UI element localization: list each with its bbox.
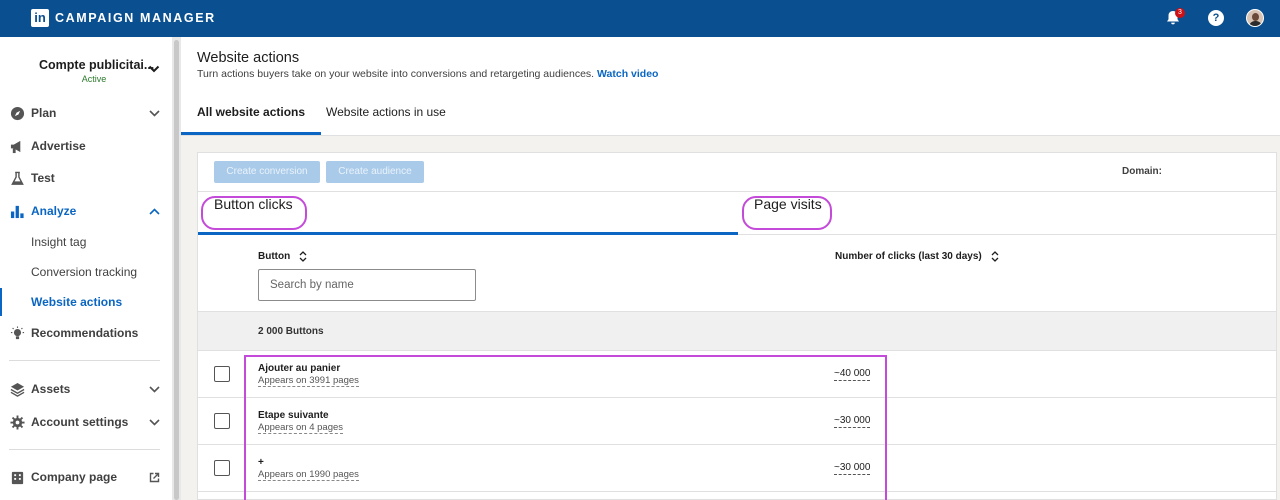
active-indicator	[0, 288, 2, 316]
sidebar-item-plan[interactable]: Plan	[0, 99, 172, 127]
sidebar-item-label: Test	[31, 171, 55, 185]
flask-icon	[11, 171, 24, 185]
row-checkbox[interactable]	[214, 366, 230, 382]
external-link-icon	[149, 472, 160, 482]
help-icon[interactable]: ?	[1208, 10, 1224, 26]
sidebar-divider	[9, 449, 160, 450]
sidebar-item-conversion-tracking[interactable]: Conversion tracking	[0, 258, 172, 286]
sidebar-item-label: Recommendations	[31, 326, 139, 340]
account-switcher[interactable]: Compte publicitai... Active	[39, 58, 155, 84]
page-subtitle-text: Turn actions buyers take on your website…	[197, 68, 595, 80]
rows-highlight-outline	[244, 355, 887, 500]
building-icon	[11, 471, 24, 484]
sidebar-item-recommendations[interactable]: Recommendations	[0, 319, 172, 347]
sidebar-item-label: Advertise	[31, 139, 86, 153]
buttons-count-row: 2 000 Buttons	[198, 311, 1276, 351]
linkedin-logo[interactable]: in	[31, 9, 49, 27]
sidebar-item-label: Account settings	[31, 415, 129, 429]
account-name: Compte publicitai...	[39, 58, 155, 72]
notification-badge: 3	[1175, 8, 1185, 18]
avatar-body	[1249, 21, 1262, 26]
sidebar-item-label: Plan	[31, 106, 57, 120]
page-subtitle: Turn actions buyers take on your website…	[197, 68, 658, 80]
avatar[interactable]	[1246, 9, 1264, 27]
column-header-label: Number of clicks (last 30 days)	[835, 251, 982, 263]
sidebar-item-assets[interactable]: Assets	[0, 375, 172, 403]
avatar-head	[1252, 13, 1259, 21]
search-input[interactable]: Search by name	[258, 269, 476, 301]
buttons-count: 2 000 Buttons	[258, 326, 324, 337]
sort-icon[interactable]	[299, 251, 307, 262]
sidebar-item-advertise[interactable]: Advertise	[0, 132, 172, 160]
sidebar-item-account-settings[interactable]: Account settings	[0, 408, 172, 436]
gear-icon	[10, 414, 25, 430]
megaphone-icon	[10, 140, 21, 153]
column-header-label: Button	[258, 251, 291, 263]
subtab-active-indicator	[198, 232, 738, 235]
sidebar-item-company-page[interactable]: Company page	[0, 463, 172, 491]
sidebar-scrollbar-thumb[interactable]	[174, 40, 179, 500]
bar-chart-icon	[10, 205, 24, 218]
account-status: Active	[81, 74, 107, 84]
domain-label: Domain:	[1122, 166, 1162, 177]
chevron-down-icon	[149, 109, 160, 117]
sidebar-item-website-actions[interactable]: Website actions	[0, 288, 172, 316]
stack-icon	[10, 382, 25, 397]
chevron-down-icon	[149, 385, 160, 393]
row-checkbox[interactable]	[214, 460, 230, 476]
compass-icon	[10, 106, 25, 120]
chevron-down-icon[interactable]	[148, 65, 160, 73]
top-bar: in CAMPAIGN MANAGER 3 ?	[0, 0, 1280, 37]
sidebar-item-label: Insight tag	[31, 235, 87, 249]
create-audience-button[interactable]: Create audience	[326, 161, 424, 183]
toolbar-divider	[198, 191, 1276, 192]
highlight-outline	[201, 196, 307, 230]
tab-website-actions-in-use[interactable]: Website actions in use	[310, 100, 462, 135]
app-title: CAMPAIGN MANAGER	[55, 11, 216, 25]
website-actions-panel: Create conversion Create audience Domain…	[197, 152, 1277, 500]
sidebar-item-analyze[interactable]: Analyze	[0, 197, 172, 225]
watch-video-link[interactable]: Watch video	[597, 68, 658, 80]
page-title: Website actions	[197, 50, 300, 66]
create-conversion-button[interactable]: Create conversion	[214, 161, 320, 183]
chevron-up-icon	[149, 207, 160, 215]
tab-all-website-actions[interactable]: All website actions	[181, 100, 322, 135]
column-header-clicks[interactable]: Number of clicks (last 30 days)	[835, 251, 999, 262]
highlight-outline	[742, 196, 832, 230]
sidebar: Compte publicitai... Active Plan Adverti…	[0, 37, 172, 500]
row-checkbox[interactable]	[214, 413, 230, 429]
sidebar-item-label: Conversion tracking	[31, 265, 138, 279]
sidebar-item-label: Company page	[31, 470, 118, 484]
sidebar-divider	[9, 360, 160, 361]
sidebar-item-test[interactable]: Test	[0, 164, 172, 192]
sidebar-item-insight-tag[interactable]: Insight tag	[0, 228, 172, 256]
chevron-down-icon	[149, 418, 160, 426]
column-header-button[interactable]: Button	[258, 251, 307, 262]
page-header: Website actions Turn actions buyers take…	[181, 37, 1280, 136]
sort-icon[interactable]	[991, 251, 999, 262]
sidebar-item-label: Assets	[31, 382, 71, 396]
sidebar-item-label: Analyze	[31, 204, 77, 218]
lightbulb-icon	[10, 325, 25, 339]
sidebar-item-label: Website actions	[31, 295, 123, 309]
